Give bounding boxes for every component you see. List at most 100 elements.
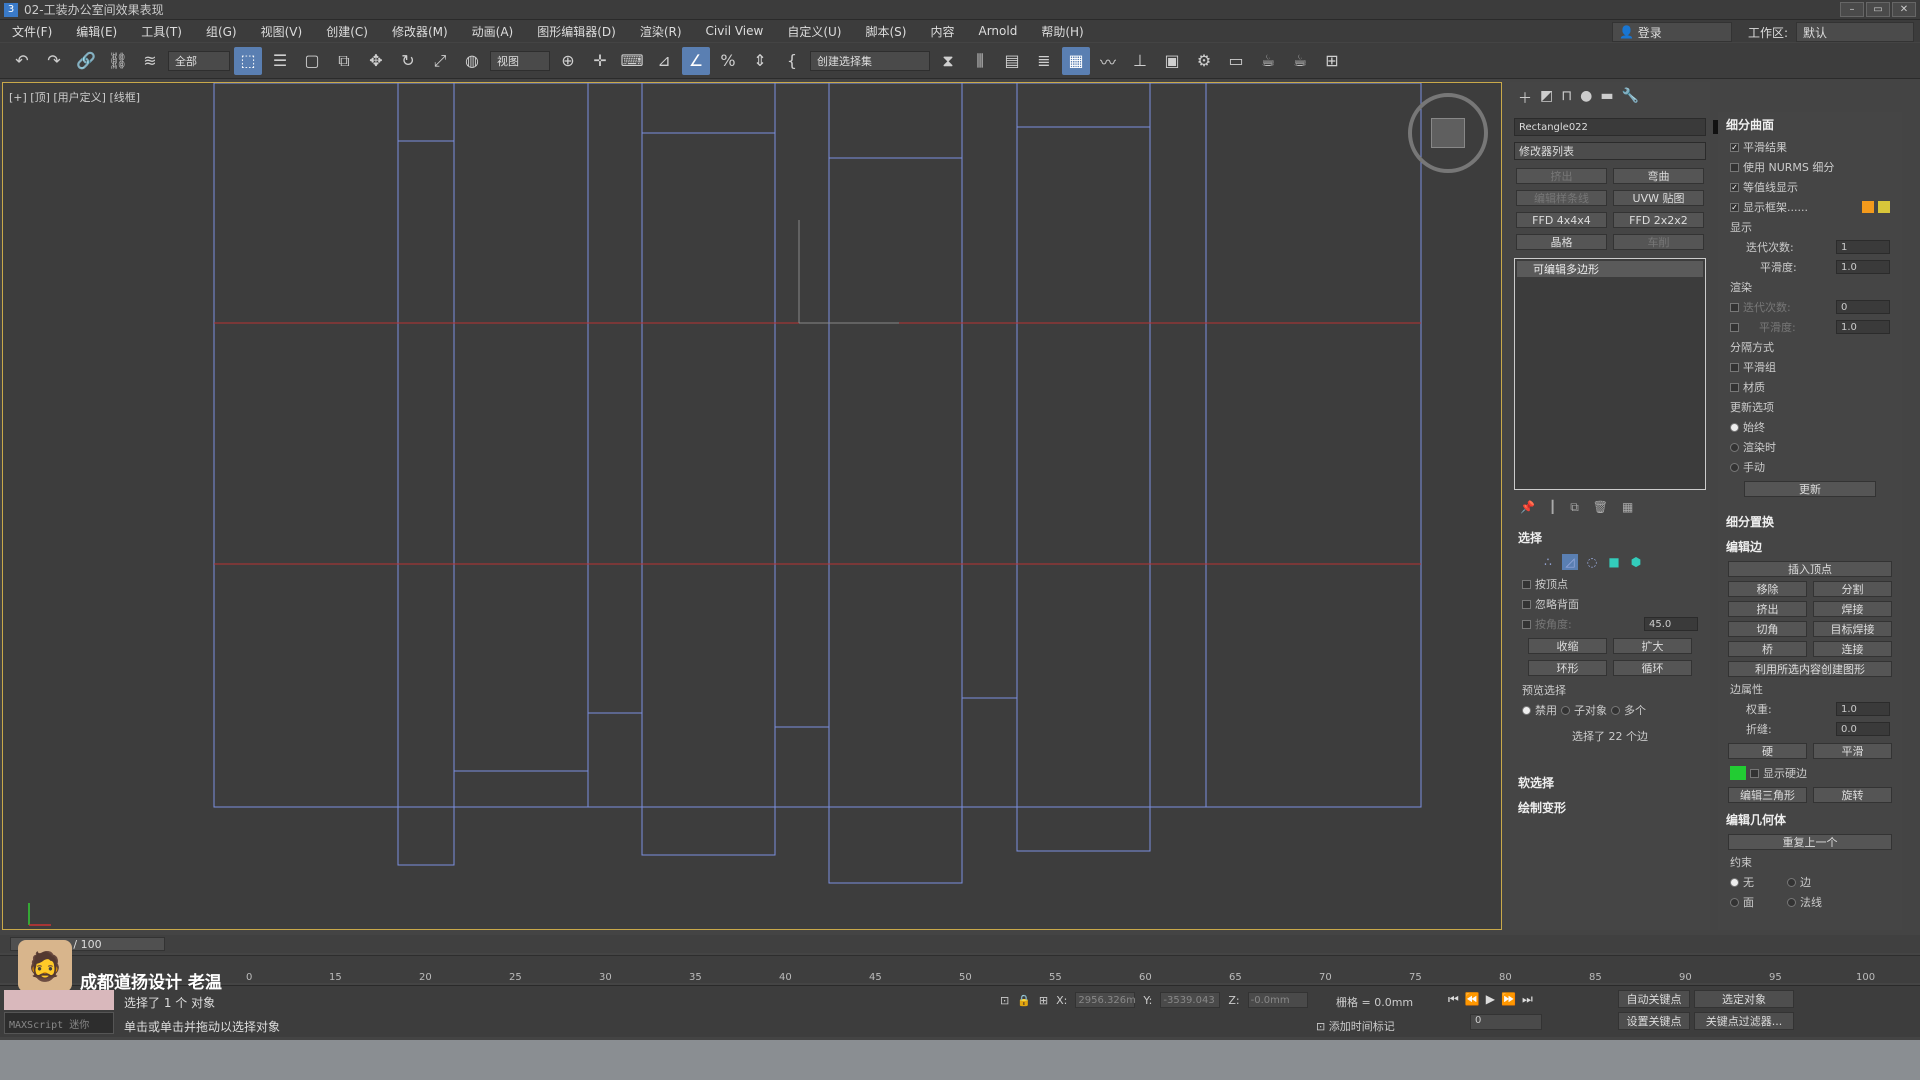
update-button[interactable]: 更新	[1744, 481, 1876, 497]
update-manual-radio[interactable]	[1730, 462, 1739, 472]
constraint-edge-radio[interactable]	[1787, 877, 1796, 887]
hierarchy-tab-icon[interactable]: ⊓	[1561, 88, 1572, 108]
scale-icon[interactable]: ⤢	[426, 47, 454, 75]
rendered-frame-icon[interactable]: ▭	[1222, 47, 1250, 75]
spinner-snap-icon[interactable]: ⇕	[746, 47, 774, 75]
lathe-button[interactable]: 车削	[1613, 234, 1704, 250]
place-icon[interactable]: ◍	[458, 47, 486, 75]
menu-civil-view[interactable]: Civil View	[694, 24, 776, 38]
edit-spline-button[interactable]: 编辑样条线	[1516, 190, 1607, 206]
login-dropdown[interactable]: 👤 登录	[1612, 22, 1732, 42]
stack-item-editable-poly[interactable]: 可编辑多边形	[1517, 261, 1703, 277]
menu-file[interactable]: 文件(F)	[0, 23, 64, 40]
extrude-modifier-button[interactable]: 挤出	[1516, 168, 1607, 184]
element-mode-icon[interactable]: ⬢	[1628, 554, 1644, 570]
lattice-button[interactable]: 晶格	[1516, 234, 1607, 250]
shrink-button[interactable]: 收缩	[1528, 638, 1607, 654]
remove-modifier-icon[interactable]: 🗑	[1593, 500, 1608, 515]
connect-button[interactable]: 连接	[1813, 641, 1892, 657]
remove-button[interactable]: 移除	[1728, 581, 1807, 597]
split-button[interactable]: 分割	[1813, 581, 1892, 597]
repeat-last-button[interactable]: 重复上一个	[1728, 834, 1892, 850]
next-frame-icon[interactable]: ⏩	[1501, 992, 1516, 1007]
track-bar[interactable]: 0 15 20 25 30 35 40 45 50 55 60 65 70 75…	[0, 955, 1920, 983]
update-always-radio[interactable]	[1730, 422, 1739, 432]
uvw-map-button[interactable]: UVW 贴图	[1613, 190, 1704, 206]
constraint-face-radio[interactable]	[1730, 897, 1739, 907]
materials-checkbox[interactable]	[1730, 382, 1739, 392]
create-shape-button[interactable]: 利用所选内容创建图形	[1728, 661, 1892, 677]
loop-button[interactable]: 循环	[1613, 660, 1692, 676]
modifier-stack[interactable]: 可编辑多边形	[1514, 258, 1706, 490]
material-editor-icon[interactable]: ▣	[1158, 47, 1186, 75]
weld-button[interactable]: 焊接	[1813, 601, 1892, 617]
current-frame-field[interactable]: 0	[1470, 1014, 1542, 1030]
snap-toggle-icon[interactable]: ⊿	[650, 47, 678, 75]
lock-icon[interactable]: 🔒	[1017, 994, 1031, 1007]
display-tab-icon[interactable]: ▬	[1600, 88, 1613, 108]
target-weld-button[interactable]: 目标焊接	[1813, 621, 1892, 637]
constraint-none-radio[interactable]	[1730, 877, 1739, 887]
selection-rollout-title[interactable]: 选择	[1510, 525, 1710, 550]
weight-spinner[interactable]: 1.0	[1836, 702, 1890, 716]
soft-selection-rollout[interactable]: 软选择	[1510, 770, 1710, 795]
layer-explorer-icon[interactable]: ▤	[998, 47, 1026, 75]
z-coord-field[interactable]: -0.0mm	[1247, 992, 1308, 1008]
selected-object-dropdown[interactable]: 选定对象	[1694, 990, 1794, 1008]
subdivision-displacement-rollout[interactable]: 细分置换	[1718, 509, 1902, 534]
make-unique-icon[interactable]: ⧉	[1570, 500, 1579, 515]
crease-spinner[interactable]: 0.0	[1836, 722, 1890, 736]
menu-modifiers[interactable]: 修改器(M)	[380, 23, 460, 40]
show-hard-edges-checkbox[interactable]	[1750, 768, 1759, 778]
grow-button[interactable]: 扩大	[1613, 638, 1692, 654]
keyboard-shortcut-icon[interactable]: ⌨	[618, 47, 646, 75]
play-icon[interactable]: ▶	[1486, 992, 1495, 1007]
pivot-center-icon[interactable]: ⊕	[554, 47, 582, 75]
link-icon[interactable]: 🔗	[72, 47, 100, 75]
goto-start-icon[interactable]: ⏮	[1448, 992, 1459, 1007]
iterations-spinner[interactable]: 1	[1836, 240, 1890, 254]
set-key-button[interactable]: 设置关键点	[1618, 1012, 1690, 1030]
angle-spinner[interactable]: 45.0	[1644, 617, 1698, 631]
ignore-backface-checkbox[interactable]	[1522, 599, 1531, 609]
edit-edges-title[interactable]: 编辑边	[1718, 534, 1902, 559]
bend-modifier-button[interactable]: 弯曲	[1613, 168, 1704, 184]
preview-multi-radio[interactable]	[1611, 705, 1620, 715]
smooth-button[interactable]: 平滑	[1813, 743, 1892, 759]
extrude-button[interactable]: 挤出	[1728, 601, 1807, 617]
menu-animation[interactable]: 动画(A)	[460, 23, 526, 40]
motion-tab-icon[interactable]: ●	[1580, 88, 1592, 108]
align-icon[interactable]: ⫼	[966, 47, 994, 75]
prev-frame-icon[interactable]: ⏪	[1465, 992, 1480, 1007]
absolute-mode-icon[interactable]: ⊞	[1039, 994, 1048, 1007]
unlink-icon[interactable]: ⛓	[104, 47, 132, 75]
utilities-tab-icon[interactable]: 🔧	[1622, 88, 1639, 108]
maximize-button[interactable]: ▭	[1866, 2, 1890, 17]
close-button[interactable]: ✕	[1892, 2, 1916, 17]
update-render-radio[interactable]	[1730, 442, 1739, 452]
edit-triangles-button[interactable]: 编辑三角形	[1728, 787, 1807, 803]
object-name-field[interactable]: Rectangle022	[1514, 118, 1727, 136]
redo-icon[interactable]: ↷	[40, 47, 68, 75]
viewcube-face[interactable]	[1431, 118, 1465, 148]
y-coord-field[interactable]: -3539.043	[1160, 992, 1221, 1008]
isoline-checkbox[interactable]: ✓	[1730, 182, 1739, 192]
hard-edge-color[interactable]	[1730, 766, 1746, 780]
modify-tab-icon[interactable]: ◩	[1540, 88, 1553, 108]
render-smoothness-spinner[interactable]: 1.0	[1836, 320, 1890, 334]
time-slider-track[interactable]: / 100	[0, 935, 1920, 953]
show-cage-checkbox[interactable]: ✓	[1730, 202, 1739, 212]
render-smooth-checkbox[interactable]	[1730, 322, 1739, 332]
polygon-mode-icon[interactable]: ■	[1606, 554, 1622, 570]
subdivision-surface-title[interactable]: 细分曲面	[1718, 112, 1902, 137]
named-selection-dropdown[interactable]: 创建选择集	[810, 50, 930, 71]
menu-help[interactable]: 帮助(H)	[1029, 23, 1095, 40]
constraint-normal-radio[interactable]	[1787, 897, 1796, 907]
goto-end-icon[interactable]: ⏭	[1522, 992, 1533, 1007]
modifier-list-dropdown[interactable]: 修改器列表	[1514, 142, 1706, 160]
preview-disable-radio[interactable]	[1522, 705, 1531, 715]
bridge-button[interactable]: 桥	[1728, 641, 1807, 657]
by-vertex-checkbox[interactable]	[1522, 579, 1531, 589]
cage-color-1[interactable]	[1862, 201, 1874, 213]
schematic-view-icon[interactable]: ⊥	[1126, 47, 1154, 75]
